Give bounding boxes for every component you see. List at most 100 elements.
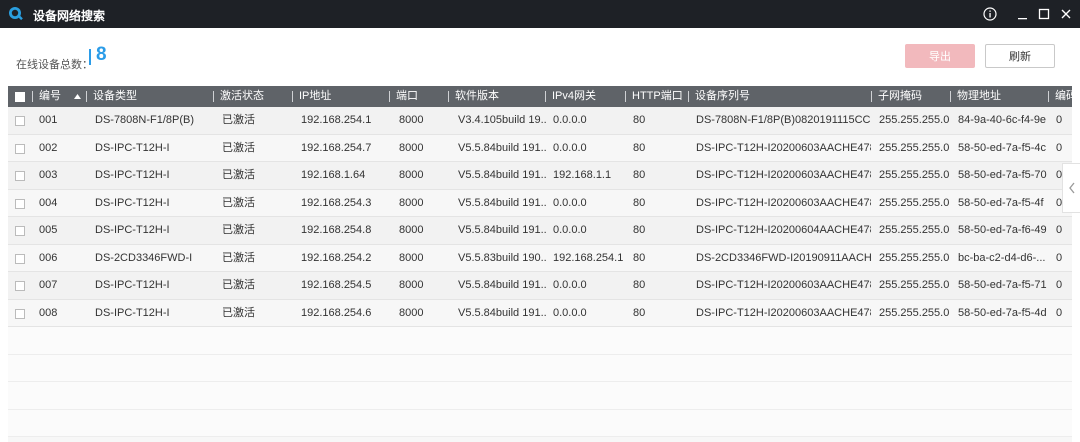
select-all-checkbox[interactable] bbox=[15, 92, 25, 102]
export-button[interactable]: 导出 bbox=[905, 44, 975, 68]
cell-no: 006 bbox=[39, 251, 58, 264]
empty-row bbox=[8, 327, 1072, 355]
empty-row bbox=[8, 354, 1072, 382]
cell-gateway: 192.168.1.1 bbox=[553, 169, 612, 181]
cell-mac: 58-50-ed-7a-f6-49 bbox=[958, 224, 1047, 236]
cell-encoding: 0 bbox=[1056, 279, 1063, 291]
table-row[interactable]: 001 DS-7808N-F1/8P(B) 已激活 192.168.254.1 8000… bbox=[8, 107, 1072, 135]
cell-encoding: 0 bbox=[1056, 224, 1063, 236]
cell-no: 004 bbox=[39, 196, 58, 209]
table-row[interactable]: 007 DS-IPC-T12H-I 已激活 192.168.254.5 8000 V5.5… bbox=[8, 272, 1072, 300]
row-checkbox[interactable] bbox=[15, 253, 25, 264]
cell-status: 已激活 bbox=[222, 114, 255, 126]
cell-serial: DS-IPC-T12H-I20200603AACHE478... bbox=[696, 279, 871, 291]
col-header-version[interactable]: 软件版本 bbox=[448, 86, 544, 107]
col-header-ip[interactable]: IP地址 bbox=[292, 86, 388, 107]
col-header-mac[interactable]: 物理地址 bbox=[950, 86, 1047, 107]
minimize-icon[interactable] bbox=[1012, 4, 1032, 24]
row-checkbox[interactable] bbox=[15, 226, 25, 236]
cell-port: 8000 bbox=[399, 114, 424, 126]
cell-port: 8000 bbox=[399, 224, 424, 236]
cell-http-port: 80 bbox=[633, 224, 646, 236]
cell-gateway: 0.0.0.0 bbox=[553, 279, 587, 291]
cell-device-type: DS-IPC-T12H-I bbox=[95, 141, 170, 154]
cell-gateway: 0.0.0.0 bbox=[553, 141, 587, 154]
cell-status: 已激活 bbox=[222, 224, 255, 236]
col-header-mask[interactable]: 子网掩码 bbox=[871, 86, 949, 107]
cell-ip: 192.168.254.6 bbox=[301, 306, 372, 319]
info-icon[interactable] bbox=[980, 4, 1000, 24]
cell-mask: 255.255.255.0 bbox=[879, 169, 950, 181]
cell-no: 007 bbox=[39, 279, 58, 291]
cell-ip: 192.168.254.8 bbox=[301, 224, 372, 236]
cell-version: V5.5.84build 191... bbox=[458, 279, 546, 291]
maximize-icon[interactable] bbox=[1034, 4, 1054, 24]
row-checkbox[interactable] bbox=[15, 198, 25, 209]
cell-ip: 192.168.254.5 bbox=[301, 279, 372, 291]
row-checkbox[interactable] bbox=[15, 281, 25, 291]
col-header-port[interactable]: 端口 bbox=[389, 86, 447, 107]
row-checkbox[interactable] bbox=[15, 143, 25, 154]
cell-device-type: DS-IPC-T12H-I bbox=[95, 196, 170, 209]
cell-http-port: 80 bbox=[633, 279, 646, 291]
cell-no: 005 bbox=[39, 224, 58, 236]
col-header-status[interactable]: 激活状态 bbox=[213, 86, 291, 107]
table-row[interactable]: 005 DS-IPC-T12H-I 已激活 192.168.254.8 8000 V5.5… bbox=[8, 217, 1072, 245]
cell-version: V5.5.84build 191... bbox=[458, 306, 546, 319]
cell-http-port: 80 bbox=[633, 196, 646, 209]
cell-gateway: 192.168.254.1 bbox=[553, 251, 624, 264]
empty-row bbox=[8, 409, 1072, 437]
cell-http-port: 80 bbox=[633, 306, 646, 319]
row-checkbox[interactable] bbox=[15, 308, 25, 319]
row-checkbox[interactable] bbox=[15, 116, 25, 126]
col-header-serial[interactable]: 设备序列号 bbox=[688, 86, 870, 107]
col-header-no[interactable]: 编号 bbox=[32, 86, 92, 107]
cell-version: V5.5.84build 191... bbox=[458, 196, 546, 209]
cell-mask: 255.255.255.0 bbox=[879, 114, 950, 126]
cell-encoding: 0 bbox=[1056, 251, 1063, 264]
cell-ip: 192.168.254.1 bbox=[301, 114, 372, 126]
col-header-encoding[interactable]: 编码 bbox=[1048, 86, 1072, 107]
cell-port: 8000 bbox=[399, 169, 424, 181]
table-row[interactable]: 004 DS-IPC-T12H-I 已激活 192.168.254.3 8000 V5.5… bbox=[8, 189, 1072, 217]
cell-status: 已激活 bbox=[222, 279, 255, 291]
refresh-button[interactable]: 刷新 bbox=[985, 44, 1055, 68]
table-row[interactable]: 008 DS-IPC-T12H-I 已激活 192.168.254.6 8000 V5.5… bbox=[8, 299, 1072, 327]
cell-mask: 255.255.255.0 bbox=[879, 251, 950, 264]
device-table: 编号 设备类型 激活状态 IP地址 端口 软件版本 IPv4网关 HTTP端口 … bbox=[8, 86, 1072, 442]
row-checkbox[interactable] bbox=[15, 171, 25, 181]
cell-version: V5.5.84build 191... bbox=[458, 169, 546, 181]
sort-asc-icon[interactable] bbox=[74, 94, 81, 99]
cell-encoding: 0 bbox=[1056, 306, 1063, 319]
cell-http-port: 80 bbox=[633, 251, 646, 264]
cell-mask: 255.255.255.0 bbox=[879, 306, 950, 319]
cell-mac: 58-50-ed-7a-f5-70 bbox=[958, 169, 1047, 181]
cell-device-type: DS-IPC-T12H-I bbox=[95, 224, 170, 236]
cell-mac: 58-50-ed-7a-f5-71 bbox=[958, 279, 1047, 291]
cell-status: 已激活 bbox=[222, 141, 255, 154]
cell-http-port: 80 bbox=[633, 114, 646, 126]
cell-gateway: 0.0.0.0 bbox=[553, 196, 587, 209]
col-header-type[interactable]: 设备类型 bbox=[86, 86, 212, 107]
cell-status: 已激活 bbox=[222, 251, 255, 264]
cell-port: 8000 bbox=[399, 196, 424, 209]
side-panel-toggle[interactable] bbox=[1062, 163, 1080, 213]
cell-status: 已激活 bbox=[222, 169, 255, 181]
col-header-http-port[interactable]: HTTP端口 bbox=[625, 86, 687, 107]
search-globe-icon bbox=[9, 7, 23, 21]
close-icon[interactable] bbox=[1056, 4, 1076, 24]
cell-port: 8000 bbox=[399, 141, 424, 154]
online-count-label: 在线设备总数： bbox=[16, 59, 93, 71]
cell-mac: 58-50-ed-7a-f5-4d bbox=[958, 306, 1047, 319]
col-header-gateway[interactable]: IPv4网关 bbox=[545, 86, 624, 107]
table-row[interactable]: 002 DS-IPC-T12H-I 已激活 192.168.254.7 8000 V5.5… bbox=[8, 134, 1072, 162]
table-row[interactable]: 006 DS-2CD3346FWD-I 已激活 192.168.254.2 8000 V5… bbox=[8, 244, 1072, 272]
cell-version: V3.4.105build 19... bbox=[458, 114, 546, 126]
table-row[interactable]: 003 DS-IPC-T12H-I 已激活 192.168.1.64 8000 V5.5.… bbox=[8, 162, 1072, 190]
cell-serial: DS-IPC-T12H-I20200603AACHE478... bbox=[696, 141, 871, 154]
cell-ip: 192.168.1.64 bbox=[301, 169, 366, 181]
cell-encoding: 0 bbox=[1056, 141, 1063, 154]
cell-ip: 192.168.254.3 bbox=[301, 196, 372, 209]
table-header: 编号 设备类型 激活状态 IP地址 端口 软件版本 IPv4网关 HTTP端口 … bbox=[8, 86, 1072, 107]
cell-serial: DS-IPC-T12H-I20200603AACHE478... bbox=[696, 196, 871, 209]
